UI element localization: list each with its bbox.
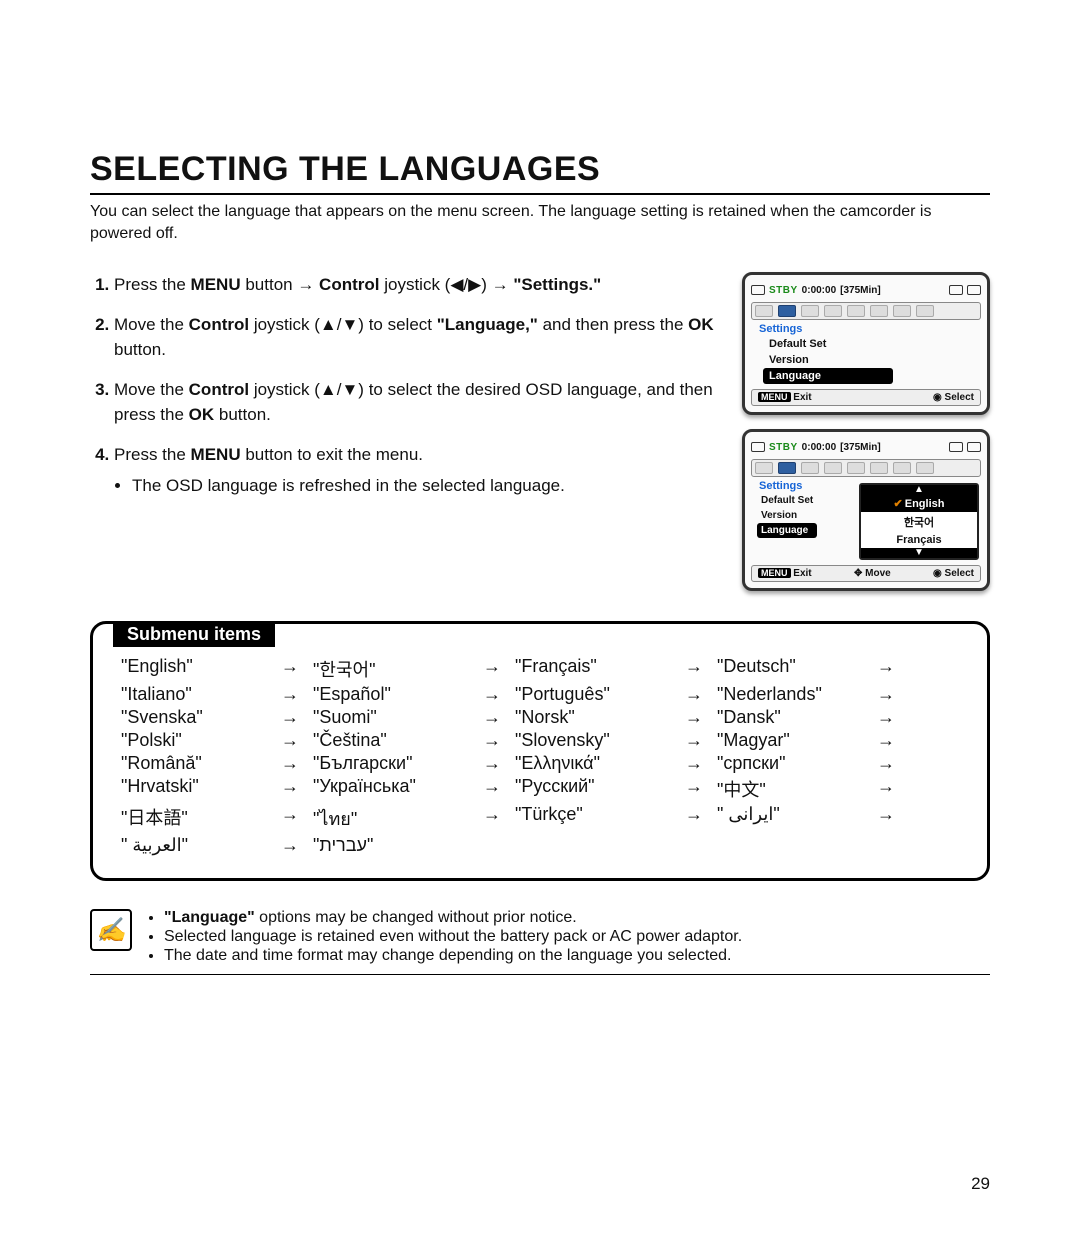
- arrow-icon: →: [483, 656, 515, 682]
- note-1: "Language" options may be changed withou…: [164, 909, 742, 927]
- arrow-icon: →: [483, 753, 515, 774]
- language-item: "ไทย": [313, 804, 483, 833]
- arrow-icon: →: [877, 707, 909, 728]
- arrow-icon: →: [281, 684, 313, 705]
- page-title: SELECTING THE LANGUAGES: [90, 150, 990, 195]
- language-item: " العربية": [121, 835, 281, 856]
- card-icon: [949, 285, 963, 295]
- language-item: "Русский": [515, 776, 685, 802]
- language-item: "Čeština": [313, 730, 483, 751]
- arrow-icon: →: [877, 776, 909, 802]
- arrow-icon: →: [685, 753, 717, 774]
- language-item: "Suomi": [313, 707, 483, 728]
- language-item: "Română": [121, 753, 281, 774]
- language-item: "Nederlands": [717, 684, 877, 705]
- page-number: 29: [971, 1174, 990, 1194]
- arrow-icon: →: [877, 730, 909, 751]
- camera-icon: [751, 285, 765, 295]
- language-item: "Español": [313, 684, 483, 705]
- card-icon: [949, 442, 963, 452]
- arrow-icon: →: [281, 804, 313, 833]
- note-icon: ✍: [90, 909, 132, 951]
- language-item: " ایرانی": [717, 804, 877, 833]
- arrow-icon: →: [877, 684, 909, 705]
- arrow-icon: →: [685, 776, 717, 802]
- note-3: The date and time format may change depe…: [164, 947, 742, 965]
- lcd-row-default-set: Default Set: [763, 336, 893, 352]
- language-item: "한국어": [313, 656, 483, 682]
- language-item: "Български": [313, 753, 483, 774]
- arrow-icon: →: [483, 804, 515, 833]
- step-4: Press the MENU button to exit the menu. …: [114, 442, 718, 499]
- language-item: "српски": [717, 753, 877, 774]
- arrow-icon: →: [877, 753, 909, 774]
- language-item: "Slovensky": [515, 730, 685, 751]
- language-item: "Français": [515, 656, 685, 682]
- language-item: "Ελληνικά": [515, 753, 685, 774]
- submenu-box: Submenu items "English"→"한국어"→"Français"…: [90, 621, 990, 881]
- arrow-icon: →: [877, 656, 909, 682]
- language-item: "Magyar": [717, 730, 877, 751]
- language-item: "Italiano": [121, 684, 281, 705]
- lcd-screenshot-2: STBY 0:00:00 [375Min] Settings Default S…: [742, 429, 990, 591]
- steps-list: Press the MENU button → Control joystick…: [90, 272, 718, 499]
- step-1: Press the MENU button → Control joystick…: [114, 272, 718, 298]
- lcd-settings-header: Settings: [759, 323, 981, 335]
- intro-text: You can select the language that appears…: [90, 201, 990, 244]
- camera-icon: [751, 442, 765, 452]
- arrow-icon: →: [281, 753, 313, 774]
- language-item: "Português": [515, 684, 685, 705]
- battery-icon: [967, 442, 981, 452]
- language-item: "中文": [717, 776, 877, 802]
- language-item: "Norsk": [515, 707, 685, 728]
- lcd-row-language: Language: [763, 368, 893, 384]
- language-item: "Svenska": [121, 707, 281, 728]
- arrow-icon: →: [281, 776, 313, 802]
- arrow-icon: →: [483, 730, 515, 751]
- arrow-icon: →: [685, 804, 717, 833]
- language-item: "Deutsch": [717, 656, 877, 682]
- arrow-icon: →: [685, 656, 717, 682]
- arrow-icon: →: [281, 656, 313, 682]
- language-grid: "English"→"한국어"→"Français"→"Deutsch"→"It…: [121, 656, 959, 856]
- arrow-icon: →: [483, 684, 515, 705]
- language-item: "Dansk": [717, 707, 877, 728]
- arrow-icon: →: [281, 730, 313, 751]
- language-popup: ▲ ✔English 한국어 Français ▼: [859, 483, 979, 560]
- lcd-row-version: Version: [763, 352, 893, 368]
- arrow-icon: →: [281, 835, 313, 856]
- arrow-icon: →: [685, 730, 717, 751]
- language-item: "Hrvatski": [121, 776, 281, 802]
- arrow-icon: →: [685, 707, 717, 728]
- submenu-tab: Submenu items: [113, 622, 275, 647]
- language-item: "日本語": [121, 804, 281, 833]
- step-4-bullet: The OSD language is refreshed in the sel…: [132, 473, 718, 499]
- arrow-icon: →: [483, 776, 515, 802]
- language-item: "Türkçe": [515, 804, 685, 833]
- step-3: Move the Control joystick (▲/▼) to selec…: [114, 377, 718, 428]
- arrow-icon: →: [685, 684, 717, 705]
- language-item: "Українська": [313, 776, 483, 802]
- arrow-icon: [483, 835, 515, 856]
- lcd-screenshot-1: STBY 0:00:00 [375Min] Settings Default S…: [742, 272, 990, 415]
- note-2: Selected language is retained even witho…: [164, 928, 742, 946]
- language-item: "English": [121, 656, 281, 682]
- battery-icon: [967, 285, 981, 295]
- arrow-icon: →: [483, 707, 515, 728]
- language-item: "עברית": [313, 835, 483, 856]
- step-2: Move the Control joystick (▲/▼) to selec…: [114, 312, 718, 363]
- language-item: "Polski": [121, 730, 281, 751]
- notes-section: ✍ "Language" options may be changed with…: [90, 909, 990, 975]
- arrow-icon: →: [281, 707, 313, 728]
- arrow-icon: →: [877, 804, 909, 833]
